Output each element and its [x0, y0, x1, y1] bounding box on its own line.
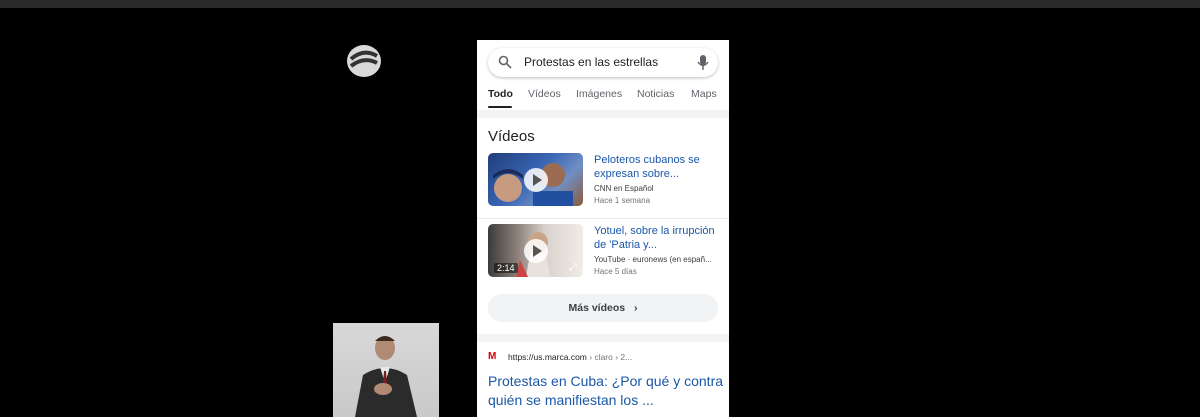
- marca-favicon-icon: M: [488, 351, 497, 362]
- search-input[interactable]: Protestas en las estrellas: [524, 55, 658, 69]
- videos-card: Vídeos Peloteros cubanos se expresan sob…: [477, 118, 729, 334]
- result-url-path: › claro › 2...: [586, 352, 633, 362]
- sign-language-interpreter: [333, 323, 439, 417]
- video-title[interactable]: Peloteros cubanos se expresan sobre...: [594, 153, 724, 181]
- tab-videos[interactable]: Vídeos: [528, 88, 561, 100]
- video-source: CNN en Español: [594, 184, 654, 193]
- result-url-domain: https://us.marca.com: [508, 352, 587, 362]
- tab-maps[interactable]: Maps: [691, 88, 717, 100]
- search-icon[interactable]: [498, 55, 512, 69]
- channel-logo-icon: [347, 45, 381, 77]
- active-tab-indicator: [488, 106, 512, 108]
- tab-todo[interactable]: Todo: [488, 88, 513, 100]
- search-tabs: Todo Vídeos Imágenes Noticias Maps: [488, 88, 728, 110]
- video-time: Hace 5 días: [594, 267, 637, 276]
- video-thumbnail[interactable]: [488, 153, 583, 206]
- video-thumbnail[interactable]: 2:14 ⤢: [488, 224, 583, 277]
- videos-section-title: Vídeos: [488, 128, 535, 145]
- play-icon[interactable]: [524, 168, 548, 192]
- more-videos-label: Más vídeos: [568, 302, 626, 314]
- video-duration: 2:14: [494, 263, 518, 273]
- top-bar: [0, 0, 1200, 8]
- more-videos-button[interactable]: Más vídeos ›: [488, 294, 718, 322]
- tab-noticias[interactable]: Noticias: [637, 88, 674, 100]
- mobile-search-screen: Protestas en las estrellas Todo Vídeos I…: [477, 40, 729, 417]
- video-source: YouTube · euronews (en españ...: [594, 255, 712, 264]
- video-title[interactable]: Yotuel, sobre la irrupción de 'Patria y.…: [594, 224, 724, 252]
- mic-icon[interactable]: [696, 54, 710, 71]
- divider: [477, 218, 729, 219]
- play-icon[interactable]: [524, 239, 548, 263]
- expand-icon[interactable]: ⤢: [569, 262, 577, 273]
- search-header: Protestas en las estrellas Todo Vídeos I…: [477, 40, 729, 110]
- video-item[interactable]: Peloteros cubanos se expresan sobre... C…: [488, 153, 728, 208]
- result-url[interactable]: https://us.marca.com › claro › 2...: [508, 352, 632, 362]
- search-bar[interactable]: Protestas en las estrellas: [488, 48, 718, 77]
- video-item[interactable]: 2:14 ⤢ Yotuel, sobre la irrupción de 'Pa…: [488, 224, 728, 279]
- tab-imagenes[interactable]: Imágenes: [576, 88, 622, 100]
- search-result[interactable]: M https://us.marca.com › claro › 2... Pr…: [477, 342, 729, 417]
- video-time: Hace 1 semana: [594, 196, 651, 205]
- result-title[interactable]: Protestas en Cuba: ¿Por qué y contra qui…: [488, 372, 724, 410]
- chevron-right-icon: ›: [634, 302, 638, 314]
